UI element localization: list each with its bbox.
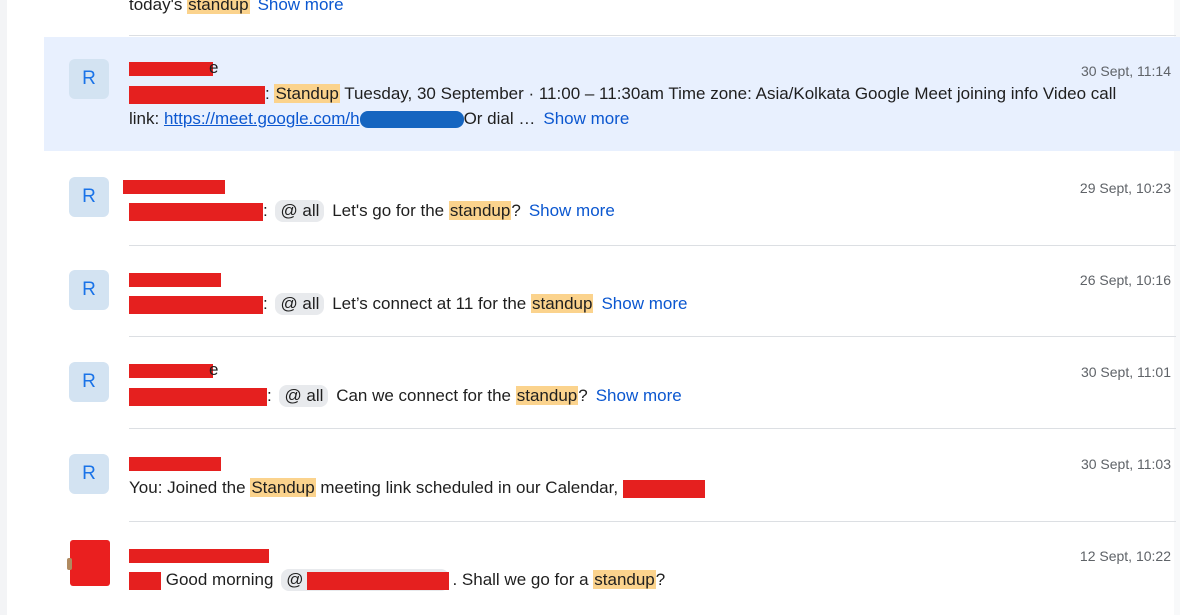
search-highlight: standup (187, 0, 250, 14)
divider (129, 35, 1176, 36)
result-time: 30 Sept, 11:14 (1080, 63, 1171, 79)
redacted-name (622, 479, 705, 498)
redacted-name (129, 571, 161, 590)
search-result[interactable]: 12 Sept, 10:22 Good morning @. Shall we … (44, 522, 1180, 615)
result-snippet: today's standup Show more (129, 0, 344, 15)
avatar: R (69, 177, 109, 217)
show-more-link[interactable]: Show more (543, 109, 629, 128)
result-time: 26 Sept, 10:16 (1079, 272, 1171, 288)
search-highlight: standup (530, 294, 594, 313)
search-result[interactable]: R 26 Sept, 10:16 : @ all Let’s connect a… (44, 246, 1180, 336)
left-gutter (0, 0, 7, 615)
mention-chip: @ all (279, 385, 329, 407)
search-result[interactable]: R 29 Sept, 10:23 : @ all Let's go for th… (44, 153, 1180, 245)
meet-link[interactable]: https://meet.google.com/h (164, 109, 360, 128)
result-time: 30 Sept, 11:01 (1080, 364, 1171, 380)
redacted-name (307, 571, 450, 590)
search-result[interactable]: R e 30 Sept, 11:14 : Standup Tuesday, 30… (44, 37, 1180, 151)
redacted-name (129, 387, 267, 406)
result-time: 12 Sept, 10:22 (1079, 548, 1171, 564)
avatar: R (69, 270, 109, 310)
mention-chip: @ (281, 569, 450, 591)
search-highlight: Standup (250, 478, 316, 497)
mention-chip: @ all (275, 200, 325, 222)
redacted-sender (129, 364, 213, 378)
avatar: R (69, 59, 109, 99)
result-snippet: Good morning @. Shall we go for a standu… (129, 567, 665, 592)
show-more-link[interactable]: Show more (596, 386, 682, 405)
redacted-link (359, 111, 464, 129)
search-result[interactable]: R e 30 Sept, 11:01 : @ all Can we connec… (44, 337, 1180, 428)
result-time: 30 Sept, 11:03 (1080, 456, 1171, 472)
redacted-sender (129, 549, 269, 563)
result-snippet: : @ all Can we connect for the standup? S… (129, 383, 682, 408)
result-snippet: : @ all Let’s connect at 11 for the stan… (129, 291, 687, 316)
search-highlight: standup (593, 570, 656, 589)
show-more-link[interactable]: Show more (529, 201, 615, 220)
show-more-link[interactable]: Show more (258, 0, 344, 14)
avatar: R (69, 454, 109, 494)
search-result-partial[interactable]: today's standup Show more (44, 0, 1180, 35)
redacted-sender (129, 62, 213, 76)
mention-chip: @ all (275, 293, 325, 315)
show-more-link[interactable]: Show more (601, 294, 687, 313)
search-highlight: standup (448, 201, 512, 220)
result-snippet: You: Joined the Standup meeting link sch… (129, 475, 705, 500)
redacted-name (129, 85, 265, 104)
result-snippet: : Standup Tuesday, 30 September · 11:00 … (129, 84, 1117, 129)
result-snippet: : @ all Let's go for the standup? Show mo… (129, 198, 615, 223)
redacted-sender (123, 180, 225, 194)
result-time: 29 Sept, 10:23 (1079, 180, 1171, 196)
avatar (67, 540, 110, 586)
redacted-sender (129, 273, 221, 287)
avatar: R (69, 362, 109, 402)
search-result[interactable]: R 30 Sept, 11:03 You: Joined the Standup… (44, 429, 1180, 521)
search-highlight: Standup (274, 84, 340, 103)
redacted-sender (129, 457, 221, 471)
redacted-name (129, 295, 263, 314)
redacted-name (129, 202, 263, 221)
search-highlight: standup (515, 386, 579, 405)
